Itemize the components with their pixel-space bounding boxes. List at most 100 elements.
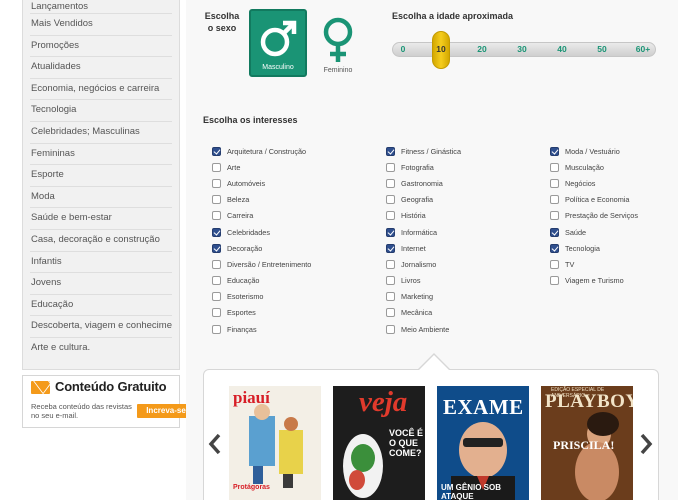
interest-item[interactable]: Arte xyxy=(212,159,311,175)
sidebar-item-descoberta[interactable]: Descoberta, viagem e conhecimento xyxy=(30,316,172,338)
magazine-cover-playboy[interactable]: EDIÇÃO ESPECIAL DE ANIVERSÁRIO PLAYBOY P… xyxy=(541,386,633,500)
checkbox[interactable] xyxy=(386,195,395,205)
interest-item[interactable]: Gastronomia xyxy=(386,175,461,191)
sidebar-item-atualidades[interactable]: Atualidades xyxy=(30,57,172,79)
checkbox[interactable] xyxy=(212,146,221,156)
interest-item[interactable]: Geografia xyxy=(386,192,461,208)
checkbox[interactable] xyxy=(386,276,395,286)
checkbox[interactable] xyxy=(212,259,221,269)
checkbox[interactable] xyxy=(386,162,395,172)
interest-item[interactable]: Educação xyxy=(212,273,311,289)
interest-item[interactable]: Política e Economia xyxy=(550,192,638,208)
sidebar-item-femininas[interactable]: Femininas xyxy=(30,144,172,166)
interest-item[interactable]: Esportes xyxy=(212,305,311,321)
interest-item[interactable]: Viagem e Turismo xyxy=(550,273,638,289)
interest-item[interactable]: Arquitetura / Construção xyxy=(212,143,311,159)
interest-item[interactable]: Finanças xyxy=(212,321,311,337)
interest-item[interactable]: Fotografia xyxy=(386,159,461,175)
sidebar-item-infantis[interactable]: Infantis xyxy=(30,252,172,274)
interest-item[interactable]: Internet xyxy=(386,240,461,256)
age-tick-0[interactable]: 0 xyxy=(401,44,406,54)
sidebar-item-esporte[interactable]: Esporte xyxy=(30,165,172,187)
checkbox[interactable] xyxy=(212,324,221,334)
interest-item[interactable]: Jornalismo xyxy=(386,256,461,272)
gender-male-button[interactable]: Masculino xyxy=(249,9,307,77)
male-symbol-icon xyxy=(260,20,297,57)
checkbox[interactable] xyxy=(550,195,559,205)
interest-item[interactable]: Prestação de Serviços xyxy=(550,208,638,224)
age-tick-40[interactable]: 40 xyxy=(557,44,566,54)
interest-item[interactable]: Fitness / Ginástica xyxy=(386,143,461,159)
checkbox[interactable] xyxy=(550,227,559,237)
interest-item[interactable]: Tecnologia xyxy=(550,240,638,256)
sidebar-item-saude[interactable]: Saúde e bem-estar xyxy=(30,208,172,230)
sidebar-item-arte[interactable]: Arte e cultura. xyxy=(30,338,172,360)
age-tick-60[interactable]: 60+ xyxy=(636,44,650,54)
checkbox[interactable] xyxy=(550,146,559,156)
interest-item[interactable]: Marketing xyxy=(386,289,461,305)
sidebar-item-mais-vendidos[interactable]: Mais Vendidos xyxy=(30,14,172,36)
age-slider-thumb[interactable] xyxy=(432,31,450,69)
sidebar-item-lancamentos[interactable]: Lançamentos xyxy=(30,0,172,14)
age-tick-50[interactable]: 50 xyxy=(597,44,606,54)
checkbox[interactable] xyxy=(550,162,559,172)
sidebar-item-educacao[interactable]: Educação xyxy=(30,295,172,317)
checkbox[interactable] xyxy=(212,308,221,318)
gender-female-button[interactable]: Feminino xyxy=(309,9,367,77)
checkbox[interactable] xyxy=(550,276,559,286)
magazine-cover-exame[interactable]: EXAME UM GÊNIO SOB ATAQUE xyxy=(437,386,529,500)
sidebar-item-celebridades[interactable]: Celebridades; Masculinas xyxy=(30,122,172,144)
interest-item[interactable]: Celebridades xyxy=(212,224,311,240)
interest-item[interactable]: Automóveis xyxy=(212,175,311,191)
checkbox[interactable] xyxy=(386,243,395,253)
interest-item[interactable]: Informática xyxy=(386,224,461,240)
checkbox[interactable] xyxy=(386,308,395,318)
interest-item[interactable]: Decoração xyxy=(212,240,311,256)
checkbox[interactable] xyxy=(550,259,559,269)
chevron-left-icon[interactable] xyxy=(208,433,222,455)
checkbox[interactable] xyxy=(212,195,221,205)
interest-item[interactable]: Livros xyxy=(386,273,461,289)
chevron-right-icon[interactable] xyxy=(639,433,653,455)
checkbox[interactable] xyxy=(386,211,395,221)
interest-item[interactable]: Saúde xyxy=(550,224,638,240)
age-tick-30[interactable]: 30 xyxy=(517,44,526,54)
checkbox[interactable] xyxy=(212,162,221,172)
sidebar-item-moda[interactable]: Moda xyxy=(30,187,172,209)
sidebar-item-promocoes[interactable]: Promoções xyxy=(30,36,172,58)
interest-item[interactable]: Musculação xyxy=(550,159,638,175)
interest-item[interactable]: TV xyxy=(550,256,638,272)
checkbox[interactable] xyxy=(386,227,395,237)
checkbox[interactable] xyxy=(212,227,221,237)
interest-item[interactable]: História xyxy=(386,208,461,224)
checkbox[interactable] xyxy=(386,259,395,269)
checkbox[interactable] xyxy=(386,292,395,302)
interest-item[interactable]: Diversão / Entretenimento xyxy=(212,256,311,272)
sidebar-item-jovens[interactable]: Jovens xyxy=(30,273,172,295)
interest-item[interactable]: Carreira xyxy=(212,208,311,224)
checkbox[interactable] xyxy=(550,211,559,221)
checkbox[interactable] xyxy=(386,146,395,156)
sidebar-item-economia[interactable]: Economia, negócios e carreira xyxy=(30,79,172,101)
checkbox[interactable] xyxy=(212,276,221,286)
checkbox[interactable] xyxy=(550,243,559,253)
interest-item[interactable]: Negócios xyxy=(550,175,638,191)
interest-item[interactable]: Meio Ambiente xyxy=(386,321,461,337)
interest-item[interactable]: Beleza xyxy=(212,192,311,208)
interest-item[interactable]: Mecânica xyxy=(386,305,461,321)
sidebar-item-tecnologia[interactable]: Tecnologia xyxy=(30,100,172,122)
checkbox[interactable] xyxy=(212,243,221,253)
interest-item[interactable]: Esoterismo xyxy=(212,289,311,305)
magazine-cover-piaui[interactable]: piauí Protágoras xyxy=(229,386,321,500)
interest-item[interactable]: Moda / Vestuário xyxy=(550,143,638,159)
checkbox[interactable] xyxy=(212,292,221,302)
checkbox[interactable] xyxy=(386,324,395,334)
checkbox[interactable] xyxy=(386,178,395,188)
magazine-headline: VOCÊ É O QUE COME? xyxy=(389,428,424,458)
checkbox[interactable] xyxy=(212,178,221,188)
sidebar-item-casa[interactable]: Casa, decoração e construção xyxy=(30,230,172,252)
age-tick-20[interactable]: 20 xyxy=(477,44,486,54)
checkbox[interactable] xyxy=(550,178,559,188)
magazine-cover-veja[interactable]: veja VOCÊ É O QUE COME? xyxy=(333,386,425,500)
checkbox[interactable] xyxy=(212,211,221,221)
